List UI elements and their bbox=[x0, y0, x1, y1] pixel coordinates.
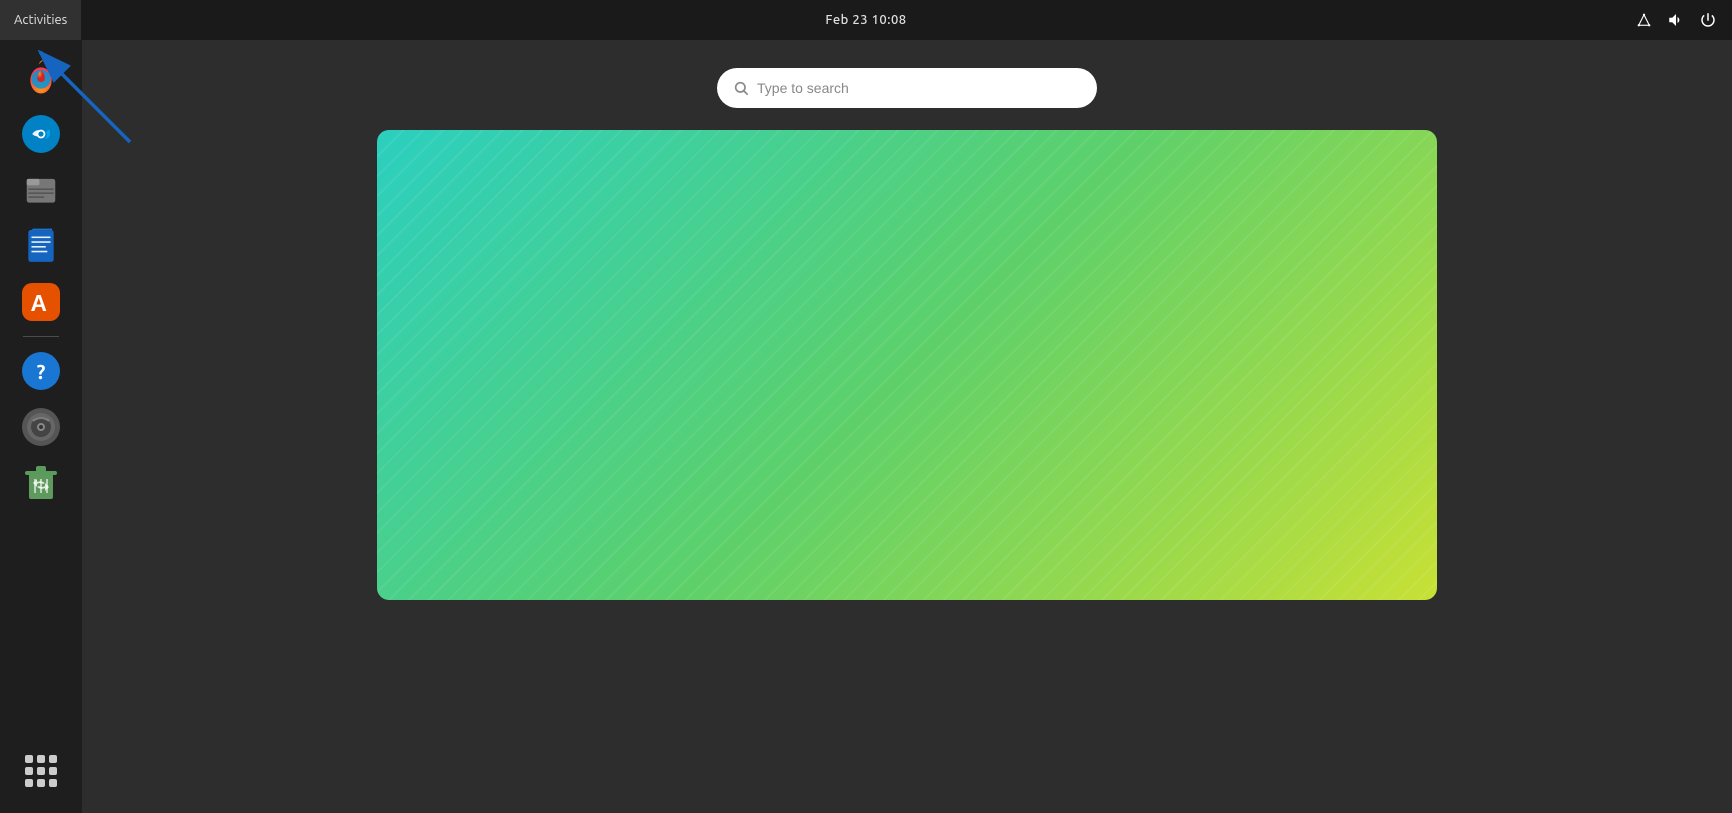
dock-item-disk[interactable] bbox=[15, 401, 67, 453]
svg-text:A: A bbox=[31, 290, 47, 316]
dock-item-appstore[interactable]: A bbox=[15, 276, 67, 328]
network-icon[interactable] bbox=[1632, 8, 1656, 32]
dock-item-writer[interactable] bbox=[15, 220, 67, 272]
activities-button[interactable]: Activities bbox=[0, 0, 81, 40]
show-applications-button[interactable] bbox=[15, 745, 67, 797]
search-input[interactable] bbox=[757, 80, 1081, 96]
search-container bbox=[717, 68, 1097, 108]
dock-item-help[interactable]: ? bbox=[15, 345, 67, 397]
dock-item-files[interactable] bbox=[15, 164, 67, 216]
workspace-window[interactable] bbox=[377, 130, 1437, 600]
main-content bbox=[82, 40, 1732, 813]
search-bar[interactable] bbox=[717, 68, 1097, 108]
volume-icon[interactable] bbox=[1664, 8, 1688, 32]
topbar: Activities Feb 23 10:08 bbox=[0, 0, 1732, 40]
dock-item-trash[interactable] bbox=[15, 457, 67, 509]
dock-item-firefox[interactable] bbox=[15, 52, 67, 104]
workspace-area bbox=[377, 130, 1437, 600]
search-icon bbox=[733, 80, 749, 96]
system-tray bbox=[1632, 8, 1732, 32]
dock: A ? bbox=[0, 40, 82, 813]
power-icon[interactable] bbox=[1696, 8, 1720, 32]
dock-separator bbox=[23, 336, 59, 337]
dock-item-thunderbird[interactable] bbox=[15, 108, 67, 160]
clock: Feb 23 10:08 bbox=[825, 13, 906, 27]
